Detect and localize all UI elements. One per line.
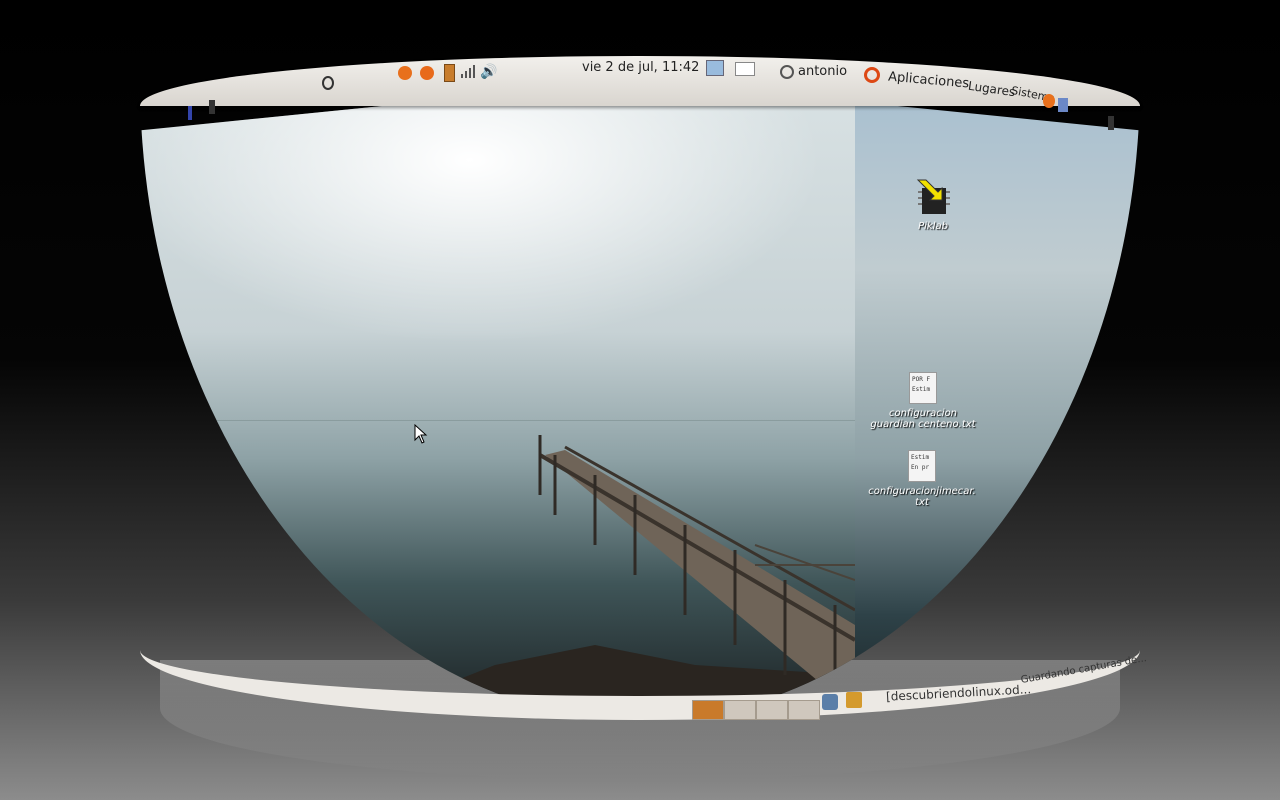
network-icon <box>706 60 724 76</box>
file-preview-line: En pr <box>911 464 930 471</box>
mouse-cursor-icon <box>414 424 428 444</box>
desktop-icon-text-file[interactable]: Estim En pr configuracionjimecar. txt <box>866 450 978 508</box>
desktop-icon-label: Piklab <box>918 221 948 232</box>
applet-icon[interactable] <box>846 692 862 708</box>
pier-illustration <box>395 435 855 705</box>
file-preview-line: POR F <box>912 376 931 383</box>
pidgin-icon[interactable] <box>420 66 434 80</box>
file-preview-line: Estim <box>911 454 930 461</box>
desktop-icon-piklab[interactable]: Piklab <box>905 178 961 232</box>
launcher-icon[interactable] <box>322 76 334 90</box>
clock[interactable]: vie 2 de jul, 11:42 <box>582 60 699 75</box>
launcher-icon[interactable] <box>1043 94 1055 108</box>
desktop-wallpaper-left <box>140 80 855 710</box>
workspace-1[interactable] <box>692 700 724 720</box>
editor-icon[interactable] <box>188 106 192 120</box>
power-icon[interactable] <box>780 65 794 79</box>
chip-icon <box>916 179 950 214</box>
mail-icon[interactable] <box>735 62 755 76</box>
workspace-3[interactable] <box>756 700 788 720</box>
trash-icon[interactable] <box>822 694 838 710</box>
desktop-icon-text-file[interactable]: POR F Estim configuracion guardian cente… <box>868 372 978 430</box>
launcher-icon[interactable] <box>1058 98 1068 112</box>
battery-icon <box>444 64 455 82</box>
file-preview-line: Estim <box>912 386 931 393</box>
desktop-icon-label: configuracion guardian centeno.txt <box>870 408 976 430</box>
text-file-icon: Estim En pr <box>908 450 936 482</box>
desktop-cylinder <box>140 80 1140 710</box>
desktop-icon-label: configuracionjimecar. txt <box>868 486 976 508</box>
workspace-4[interactable] <box>788 700 820 720</box>
firefox-icon[interactable] <box>398 66 412 80</box>
text-file-icon: POR F Estim <box>909 372 937 404</box>
terminal-icon[interactable] <box>209 100 215 114</box>
volume-icon[interactable]: 🔊 <box>480 64 497 80</box>
workspace-2[interactable] <box>724 700 756 720</box>
terminal-icon[interactable] <box>1108 116 1114 130</box>
horizon-line <box>140 420 855 421</box>
user-name[interactable]: antonio <box>798 64 847 79</box>
ubuntu-logo-icon[interactable] <box>864 67 880 83</box>
network-signal-icon <box>461 65 475 78</box>
